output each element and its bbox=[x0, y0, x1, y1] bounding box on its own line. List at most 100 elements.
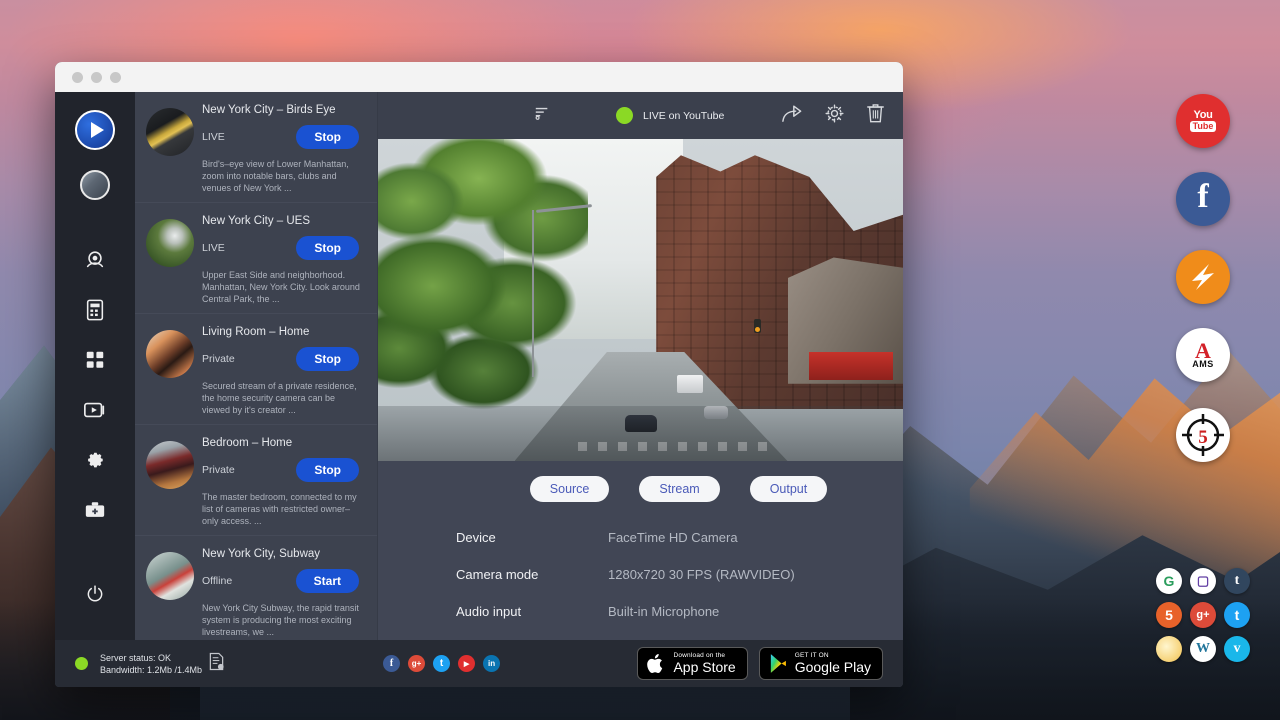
tab-stream[interactable]: Stream bbox=[639, 476, 719, 502]
spec-row-camera-mode: Camera mode 1280x720 30 FPS (RAWVIDEO) bbox=[456, 567, 903, 582]
share-icon[interactable] bbox=[781, 103, 803, 128]
camera-controls: LIVE Stop bbox=[202, 236, 367, 260]
app-window: New York City – Birds Eye LIVE Stop Bird… bbox=[55, 62, 903, 687]
camera-list-panel: New York City – Birds Eye LIVE Stop Bird… bbox=[135, 92, 378, 640]
camera-title: Bedroom – Home bbox=[202, 435, 367, 449]
twitter-icon[interactable]: t bbox=[433, 655, 450, 672]
vimeo-icon[interactable]: v bbox=[1224, 636, 1250, 662]
sidebar-item-toolkit[interactable] bbox=[75, 490, 115, 530]
sidebar-item-dashboard[interactable] bbox=[75, 340, 115, 380]
flare-icon[interactable] bbox=[1156, 636, 1182, 662]
camera-action-button[interactable]: Stop bbox=[296, 125, 359, 149]
svg-text:5: 5 bbox=[1198, 427, 1208, 448]
twitch-icon[interactable]: ▢ bbox=[1190, 568, 1216, 594]
toolkit-icon bbox=[84, 500, 106, 520]
adobe-a-mark: A bbox=[1195, 342, 1211, 360]
video-preview[interactable] bbox=[378, 139, 903, 461]
camera-thumbnail bbox=[146, 108, 194, 156]
camera-list-item[interactable]: New York City – UES LIVE Stop Upper East… bbox=[135, 203, 377, 314]
google-plus-icon[interactable]: g+ bbox=[408, 655, 425, 672]
adobe-ams-desktop-icon[interactable]: A AMS bbox=[1176, 328, 1230, 382]
sidebar-item-broadcast[interactable] bbox=[75, 390, 115, 430]
gear-icon[interactable] bbox=[824, 103, 845, 129]
gumroad-icon[interactable]: G bbox=[1156, 568, 1182, 594]
main-content: LIVE on YouTube bbox=[378, 92, 903, 640]
youtube-you-text: You bbox=[1193, 110, 1212, 120]
youtube-icon[interactable]: ▶ bbox=[458, 655, 475, 672]
camera-description: Bird's–eye view of Lower Manhattan, zoom… bbox=[202, 158, 367, 194]
sort-icon[interactable] bbox=[534, 105, 550, 126]
spec-label: Camera mode bbox=[456, 567, 608, 582]
camera-action-button[interactable]: Start bbox=[296, 569, 359, 593]
camera-action-button[interactable]: Stop bbox=[296, 236, 359, 260]
twitter-icon[interactable]: t bbox=[1224, 602, 1250, 628]
facebook-desktop-icon[interactable]: f bbox=[1176, 172, 1230, 226]
five-icon[interactable]: 5 bbox=[1156, 602, 1182, 628]
google-plus-icon[interactable]: g+ bbox=[1190, 602, 1216, 628]
camera-action-button[interactable]: Stop bbox=[296, 347, 359, 371]
minimize-button[interactable] bbox=[91, 72, 102, 83]
wordpress-icon[interactable]: W bbox=[1190, 636, 1216, 662]
play-triangle-icon bbox=[91, 122, 104, 138]
spec-value[interactable]: Built-in Microphone bbox=[608, 604, 719, 619]
live-label: LIVE on YouTube bbox=[643, 110, 724, 122]
sidebar-item-billing[interactable] bbox=[75, 290, 115, 330]
title-bar bbox=[55, 62, 903, 92]
spec-label: Audio input bbox=[456, 604, 608, 619]
camera-title: New York City – Birds Eye bbox=[202, 102, 367, 116]
user-avatar[interactable] bbox=[80, 170, 110, 200]
camera-list-item[interactable]: New York City – Birds Eye LIVE Stop Bird… bbox=[135, 92, 377, 203]
sidebar-item-power[interactable] bbox=[75, 574, 115, 614]
power-icon bbox=[85, 584, 105, 604]
sidebar-item-settings[interactable] bbox=[75, 440, 115, 480]
app-store-badge[interactable]: Download on the App Store bbox=[637, 647, 747, 680]
close-button[interactable] bbox=[72, 72, 83, 83]
top-toolbar: LIVE on YouTube bbox=[378, 92, 903, 139]
tab-source[interactable]: Source bbox=[530, 476, 610, 502]
trash-icon[interactable] bbox=[866, 102, 885, 129]
lightning-bolt-icon bbox=[1183, 257, 1223, 297]
camera-status: Private bbox=[202, 464, 235, 476]
spec-label: Device bbox=[456, 530, 608, 545]
camera-description: The master bedroom, connected to my list… bbox=[202, 491, 367, 527]
apple-icon bbox=[647, 652, 666, 675]
youtube-tube-text: Tube bbox=[1190, 121, 1217, 132]
target-five-desktop-icon[interactable]: 5 bbox=[1176, 408, 1230, 462]
camera-action-button[interactable]: Stop bbox=[296, 458, 359, 482]
wowza-desktop-icon[interactable] bbox=[1176, 250, 1230, 304]
facebook-icon[interactable]: f bbox=[383, 655, 400, 672]
camera-controls: Private Stop bbox=[202, 347, 367, 371]
billing-icon bbox=[85, 299, 105, 321]
source-spec-list: Device FaceTime HD Camera Camera mode 12… bbox=[378, 502, 903, 641]
street-trees bbox=[378, 139, 588, 422]
facebook-glyph: f bbox=[1197, 180, 1208, 214]
youtube-desktop-icon[interactable]: You Tube bbox=[1176, 94, 1230, 148]
server-status-text: Server status: OK Bandwidth: 1.2Mb /1.4M… bbox=[100, 652, 202, 676]
camera-thumbnail bbox=[146, 552, 194, 600]
spec-value[interactable]: 1280x720 30 FPS (RAWVIDEO) bbox=[608, 567, 795, 582]
camera-list-item[interactable]: Bedroom – Home Private Stop The master b… bbox=[135, 425, 377, 536]
camera-list-item[interactable]: Living Room – Home Private Stop Secured … bbox=[135, 314, 377, 425]
spec-value[interactable]: FaceTime HD Camera bbox=[608, 530, 738, 545]
camera-description: Secured stream of a private residence, t… bbox=[202, 380, 367, 416]
camera-status: LIVE bbox=[202, 242, 225, 254]
camera-thumbnail bbox=[146, 330, 194, 378]
live-indicator-dot bbox=[616, 107, 633, 124]
document-icon[interactable] bbox=[208, 652, 225, 676]
tab-output[interactable]: Output bbox=[750, 476, 828, 502]
linkedin-icon[interactable]: in bbox=[483, 655, 500, 672]
camera-title: New York City – UES bbox=[202, 213, 367, 227]
ams-label: AMS bbox=[1192, 360, 1214, 369]
camera-controls: Offline Start bbox=[202, 569, 367, 593]
google-play-badge[interactable]: GET IT ON Google Play bbox=[759, 647, 883, 680]
spec-row-audio-input: Audio input Built-in Microphone bbox=[456, 604, 903, 619]
maximize-button[interactable] bbox=[110, 72, 121, 83]
window-body: New York City – Birds Eye LIVE Stop Bird… bbox=[55, 92, 903, 640]
crosshair-icon: 5 bbox=[1178, 410, 1228, 460]
camera-title: Living Room – Home bbox=[202, 324, 367, 338]
sidebar-item-camera[interactable] bbox=[75, 240, 115, 280]
app-logo[interactable] bbox=[75, 110, 115, 150]
tumblr-icon[interactable]: t bbox=[1224, 568, 1250, 594]
camera-thumbnail bbox=[146, 441, 194, 489]
camera-list-item[interactable]: New York City, Subway Offline Start New … bbox=[135, 536, 377, 646]
